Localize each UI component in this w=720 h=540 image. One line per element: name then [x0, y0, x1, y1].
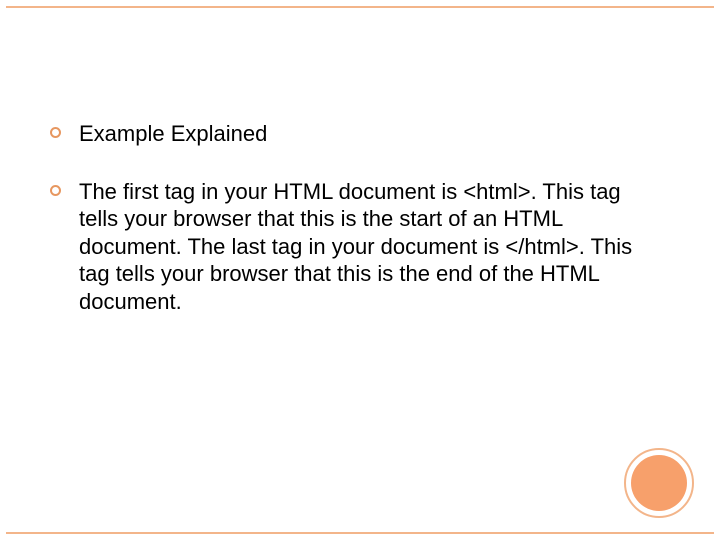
circle-fill-icon [631, 455, 687, 511]
border-top [6, 6, 714, 8]
list-item: Example Explained [50, 120, 650, 148]
bullet-text: The first tag in your HTML document is <… [79, 178, 650, 316]
bullet-icon [50, 127, 61, 138]
list-item: The first tag in your HTML document is <… [50, 178, 650, 316]
content-area: Example Explained The first tag in your … [50, 120, 650, 345]
bullet-text: Example Explained [79, 120, 650, 148]
bullet-icon [50, 185, 61, 196]
border-bottom [6, 532, 714, 534]
corner-decoration [624, 448, 694, 518]
slide: Example Explained The first tag in your … [0, 0, 720, 540]
